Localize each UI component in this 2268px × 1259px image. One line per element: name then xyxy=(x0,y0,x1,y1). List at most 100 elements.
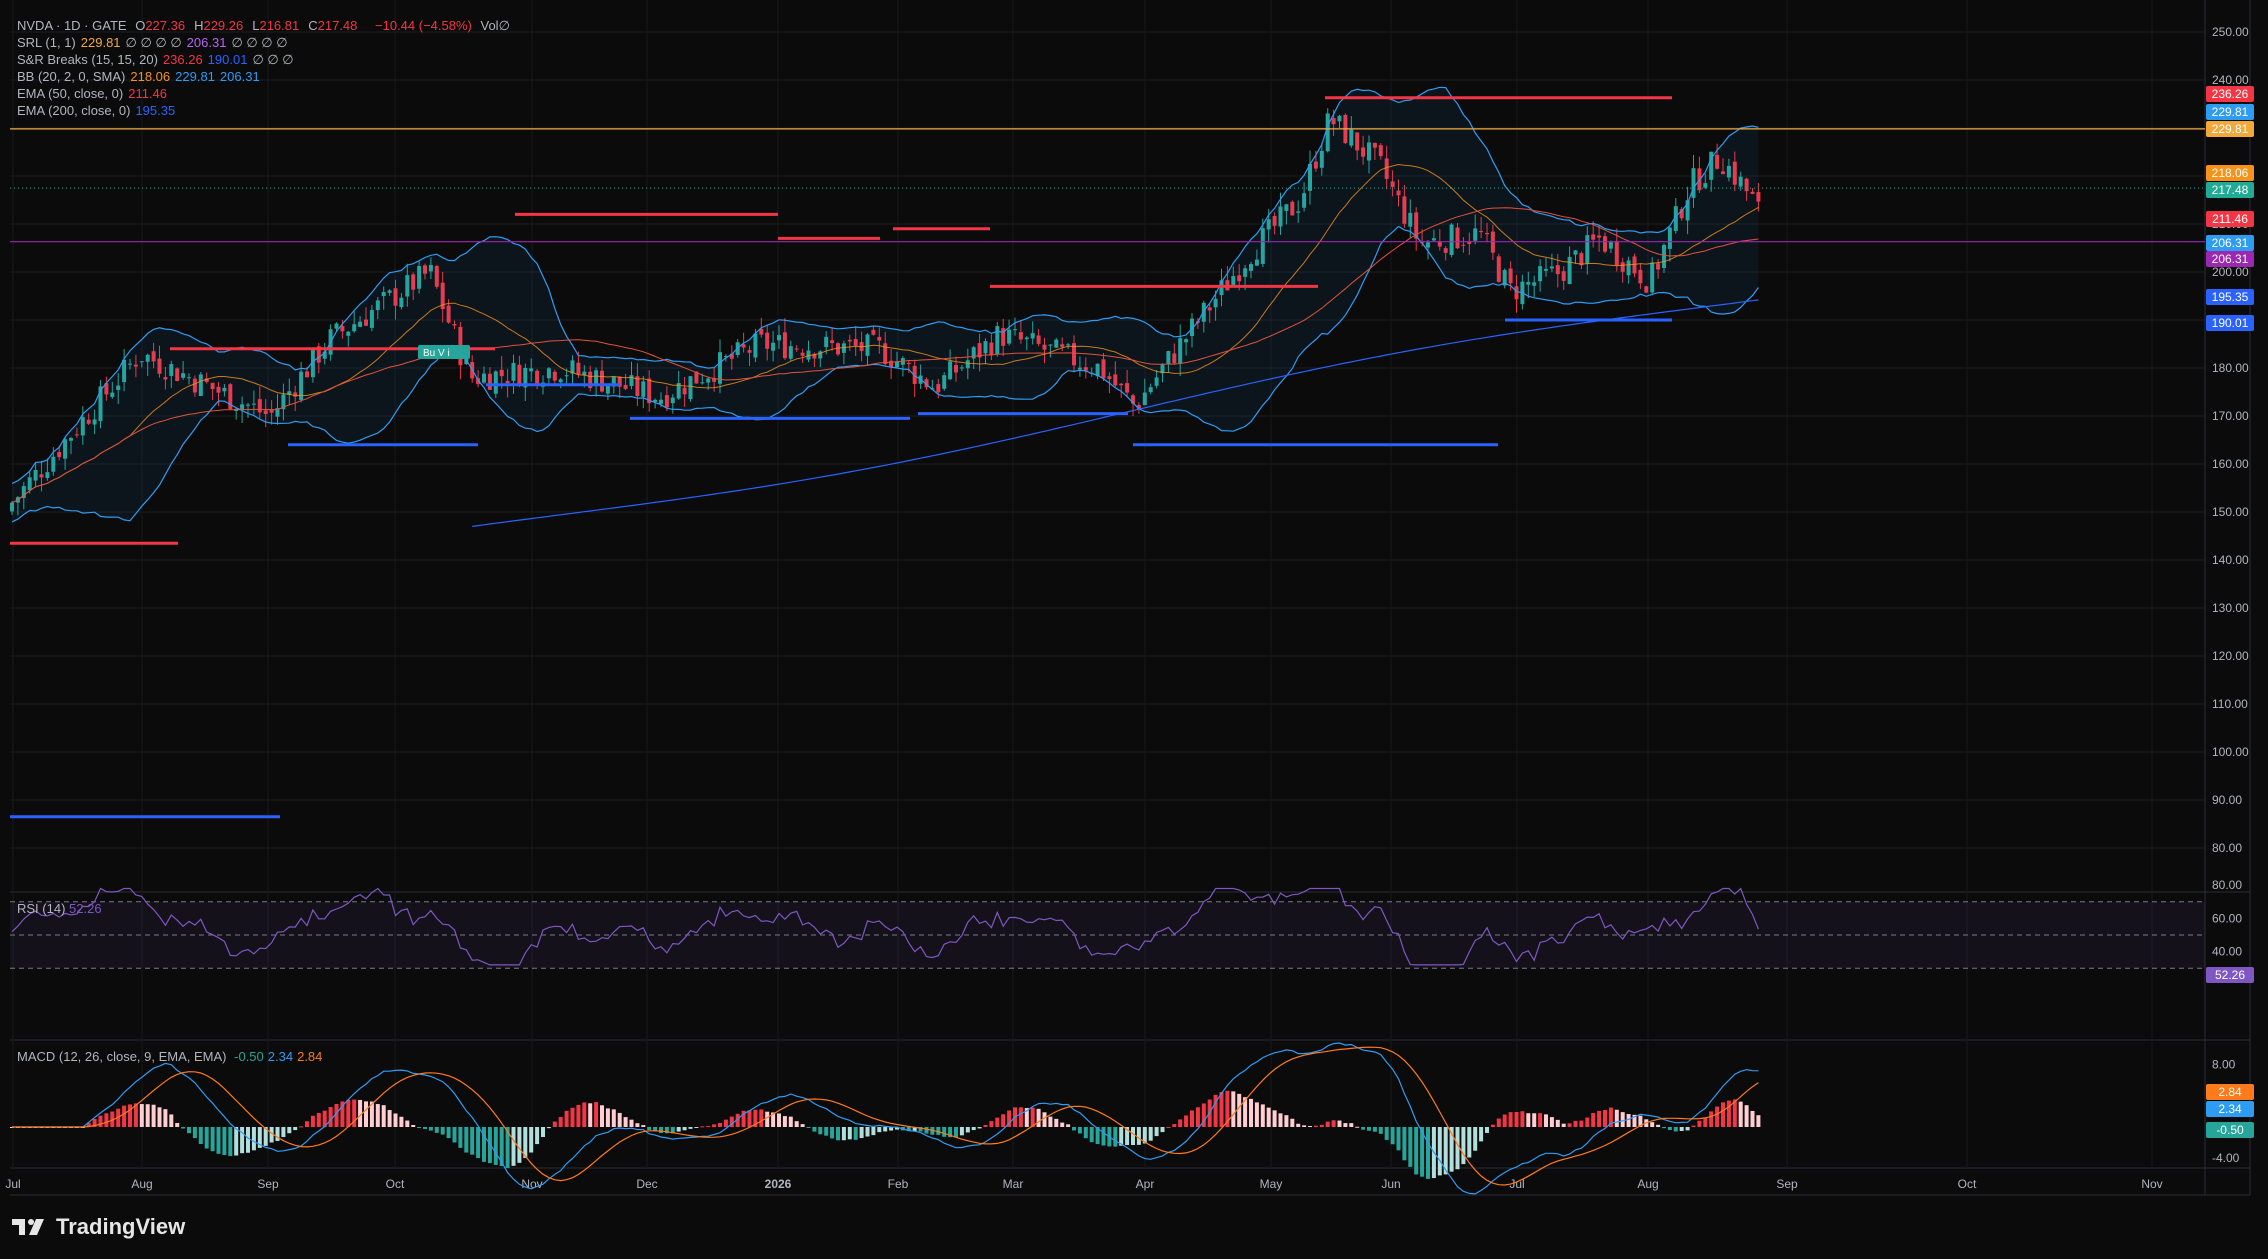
macd-bar xyxy=(1355,1126,1360,1128)
macd-bar xyxy=(1402,1127,1407,1161)
macd-bar xyxy=(128,1104,132,1127)
macd-bar xyxy=(582,1102,587,1127)
indicator-row[interactable]: BB (20, 2, 0, SMA) 218.06 229.81 206.31 xyxy=(17,68,299,85)
macd-value-tag: 2.34 xyxy=(2206,1101,2254,1117)
macd-bar xyxy=(1367,1127,1371,1131)
macd-bar xyxy=(411,1124,416,1127)
macd-bar xyxy=(1579,1120,1584,1127)
macd-signal-line xyxy=(12,1046,1759,1186)
macd-bar xyxy=(558,1116,563,1127)
price-tick-label: 140.00 xyxy=(2212,553,2249,567)
price-tick-label: 150.00 xyxy=(2212,505,2249,519)
indicator-value: 229.81 xyxy=(175,69,215,84)
macd-bar xyxy=(830,1127,835,1139)
macd-bar xyxy=(1237,1093,1242,1127)
macd-bar xyxy=(576,1104,581,1127)
macd-bar xyxy=(1679,1127,1684,1131)
macd-bar xyxy=(1697,1120,1702,1127)
time-tick-label: 2026 xyxy=(765,1177,792,1191)
macd-bar xyxy=(600,1105,604,1127)
macd-bar xyxy=(794,1121,799,1127)
macd-bar xyxy=(281,1127,286,1138)
candles xyxy=(10,108,1761,516)
macd-bar xyxy=(198,1127,203,1145)
macd-bar xyxy=(1667,1127,1672,1131)
price-tag: 195.35 xyxy=(2206,289,2254,305)
buy-signal: Bu V i xyxy=(418,345,470,359)
rsi-value: 52.26 xyxy=(69,901,102,916)
macd-bar xyxy=(1166,1126,1171,1128)
macd-bar xyxy=(1131,1127,1135,1146)
macd-bar xyxy=(228,1127,233,1157)
macd-bar xyxy=(511,1127,516,1166)
macd-bar xyxy=(1249,1098,1253,1127)
macd-bar xyxy=(1544,1114,1548,1127)
macd-bar xyxy=(1437,1127,1442,1176)
macd-bar xyxy=(1467,1127,1472,1158)
macd-bar xyxy=(1178,1119,1183,1127)
macd-bar xyxy=(458,1127,463,1148)
macd-bar xyxy=(1266,1107,1271,1127)
time-tick-label: Jul xyxy=(5,1177,20,1191)
ohlc-c: C217.48 xyxy=(308,18,358,33)
price-tick-label: 170.00 xyxy=(2212,409,2249,423)
macd-bar xyxy=(1414,1127,1419,1175)
macd-bar xyxy=(676,1127,681,1132)
macd-bar xyxy=(1396,1127,1401,1151)
macd-bar xyxy=(251,1127,256,1151)
indicator-value: 195.35 xyxy=(135,103,176,118)
macd-bar xyxy=(1036,1108,1041,1127)
macd-bar xyxy=(482,1127,486,1162)
bollinger-upper xyxy=(11,86,1759,485)
indicator-row[interactable]: EMA (50, close, 0) 211.46 xyxy=(17,85,299,102)
macd-bar xyxy=(387,1110,392,1127)
rsi-tick-label: 60.00 xyxy=(2212,911,2242,925)
macd-title[interactable]: MACD (12, 26, close, 9, EMA, EMA) xyxy=(17,1049,227,1064)
time-tick-label: Aug xyxy=(1637,1177,1658,1191)
macd-tick-label: 8.00 xyxy=(2212,1058,2236,1072)
macd-bar xyxy=(446,1127,451,1139)
macd-bar xyxy=(1709,1111,1714,1127)
indicator-value: ∅ ∅ ∅ xyxy=(252,52,294,67)
tradingview-logo[interactable]: TradingView xyxy=(12,1214,185,1240)
macd-values: -0.50 2.34 2.84 xyxy=(230,1049,322,1064)
symbol-info[interactable]: NVDA · 1D · GATE xyxy=(17,18,127,33)
macd-bar xyxy=(1620,1112,1625,1127)
indicator-row[interactable]: SRL (1, 1) 229.81 ∅ ∅ ∅ ∅ 206.31 ∅ ∅ ∅ ∅ xyxy=(17,34,299,51)
macd-bar xyxy=(393,1113,398,1127)
macd-bar xyxy=(635,1123,640,1127)
price-tag: 218.06 xyxy=(2206,165,2254,181)
price-tick-label: 100.00 xyxy=(2212,745,2249,759)
chart-canvas[interactable]: 250.00240.00230.00220.00210.00200.00190.… xyxy=(0,0,2268,1259)
macd-bar xyxy=(1603,1110,1607,1127)
macd-bar xyxy=(712,1124,717,1127)
macd-bar xyxy=(417,1127,422,1128)
macd-bar xyxy=(240,1127,245,1154)
macd-bar xyxy=(1662,1127,1666,1129)
indicator-row[interactable]: S&R Breaks (15, 15, 20) 236.26 190.01 ∅ ∅ ∅ xyxy=(17,51,299,68)
macd-bar xyxy=(588,1103,593,1127)
rsi-title[interactable]: RSI (14) xyxy=(17,901,65,916)
indicator-name: S&R Breaks (15, 15, 20) xyxy=(17,52,158,67)
price-tag: 206.31 xyxy=(2206,251,2254,267)
macd-bar xyxy=(1555,1119,1560,1127)
bollinger-fill xyxy=(12,87,1759,522)
price-tag: 211.46 xyxy=(2206,211,2254,227)
macd-bar xyxy=(824,1127,829,1136)
macd-bar xyxy=(1532,1113,1537,1127)
indicator-name: SRL (1, 1) xyxy=(17,35,76,50)
indicator-row[interactable]: EMA (200, close, 0) 195.35 xyxy=(17,102,299,119)
time-tick-label: Sep xyxy=(257,1177,279,1191)
macd-line xyxy=(12,1042,1759,1195)
macd-bar xyxy=(470,1127,475,1155)
macd-bar xyxy=(1254,1102,1259,1127)
macd-bar xyxy=(718,1122,722,1127)
macd-bar xyxy=(1195,1107,1200,1127)
macd-bar xyxy=(1455,1127,1460,1170)
rsi-tick-label: 40.00 xyxy=(2212,945,2242,959)
macd-bar xyxy=(375,1104,380,1127)
macd-bar xyxy=(977,1127,982,1129)
macd-bar xyxy=(747,1110,752,1127)
macd-bar xyxy=(942,1127,947,1137)
indicator-value: 190.01 xyxy=(207,52,248,67)
